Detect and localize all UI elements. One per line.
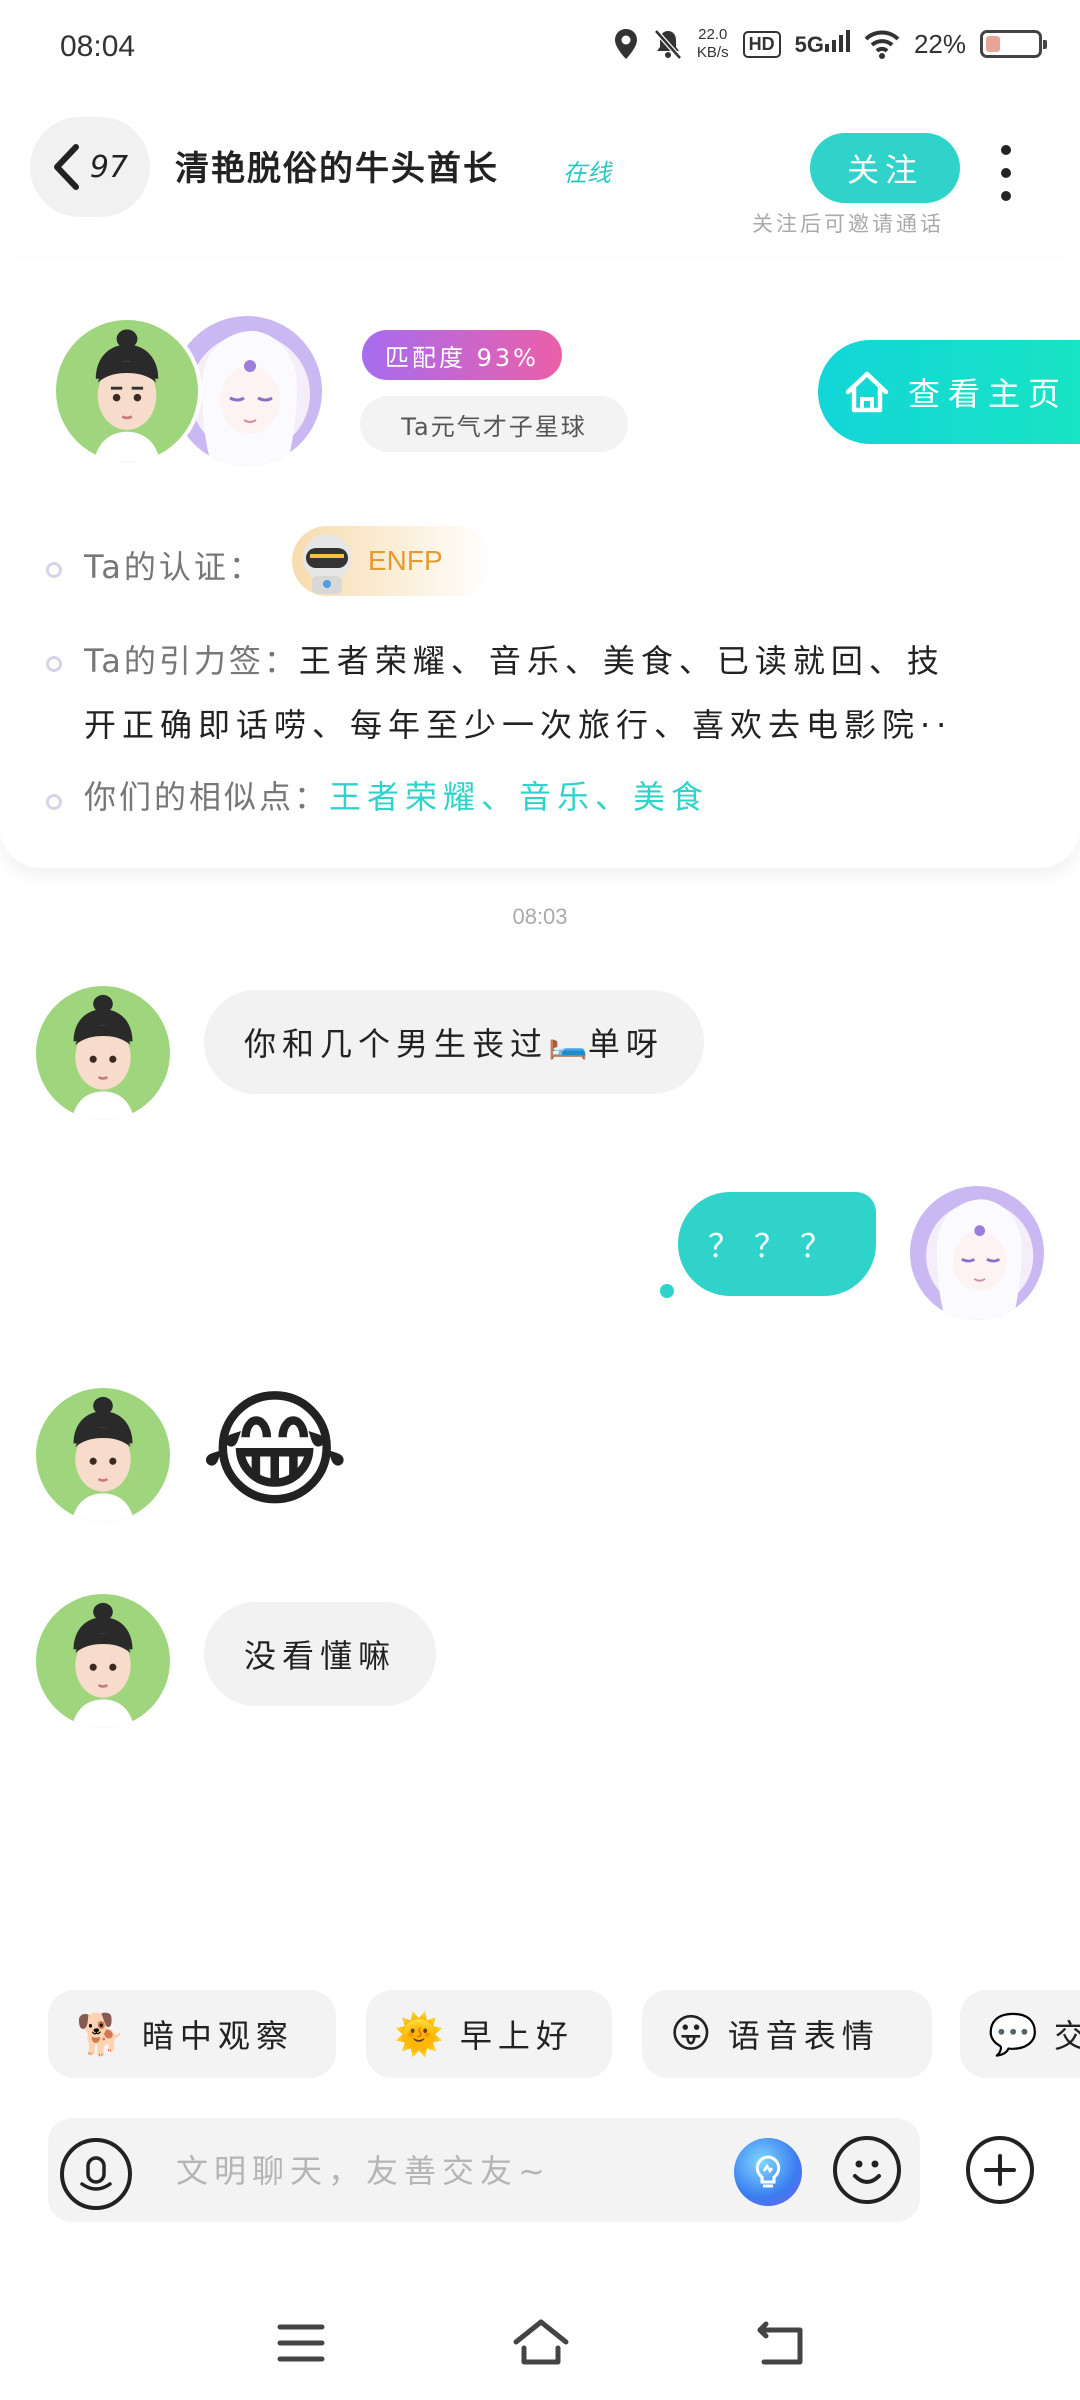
unread-count: 97 — [89, 149, 129, 185]
bullet — [46, 562, 62, 578]
quick-reply-more[interactable]: 💬 交 — [960, 1990, 1080, 2078]
message-avatar[interactable] — [36, 1388, 170, 1522]
back-nav-icon[interactable] — [756, 2320, 806, 2366]
ai-assistant-button[interactable] — [734, 2138, 802, 2206]
location-icon — [614, 29, 637, 59]
quick-reply-label: 语音表情 — [727, 2017, 880, 2055]
voice-emoji-icon: 😛 — [670, 2011, 712, 2057]
cert-label: Ta的认证： — [84, 548, 264, 586]
chevron-left-icon — [53, 144, 79, 190]
message-bubble[interactable]: 你和几个男生丧过 🛏️ 单呀 — [204, 990, 704, 1094]
message-text: 单呀 — [587, 1025, 664, 1063]
follow-button[interactable]: 关注 — [810, 133, 960, 203]
status-time: 08:04 — [60, 30, 136, 63]
follow-hint: 关注后可邀请通话 — [752, 212, 944, 236]
plus-icon[interactable] — [966, 2136, 1034, 2204]
chat-header: 97 清艳脱俗的牛头酋长 在线 关注 关注后可邀请通话 — [0, 105, 1080, 255]
view-homepage-button[interactable]: 查看主页 — [818, 340, 1080, 444]
bed-emoji: 🛏️ — [548, 1023, 588, 1061]
battery-percent: 22% — [913, 28, 966, 59]
quick-reply-label: 早上好 — [459, 2017, 574, 2055]
bullet — [46, 794, 62, 810]
quick-reply-label: 交 — [1053, 2017, 1080, 2055]
voice-icon — [80, 2156, 112, 2191]
similar-values: 王者荣耀、音乐、美食 — [329, 778, 710, 816]
signal-icon: 5G — [795, 30, 850, 58]
match-badge: 匹配度 93% — [362, 330, 562, 380]
tags-line-2: 开正确即话唠、每年至少一次旅行、喜欢去电影院·· — [84, 706, 953, 744]
my-avatar[interactable] — [910, 1186, 1044, 1320]
online-status: 在线 — [563, 159, 611, 187]
tears-of-joy-emoji[interactable]: 😂 — [200, 1376, 350, 1526]
more-menu-icon[interactable] — [1000, 145, 1012, 201]
message-avatar[interactable] — [36, 1594, 170, 1728]
bullet — [46, 656, 62, 672]
quick-reply-voice-emoji[interactable]: 😛 语音表情 — [642, 1990, 932, 2078]
similar-label: 你们的相似点： — [84, 778, 330, 816]
net-speed: 22.0 KB/s — [696, 26, 729, 61]
system-nav-bar — [0, 2290, 1080, 2400]
ai-bulb-icon — [755, 2155, 781, 2188]
battery-icon — [980, 30, 1047, 58]
quick-reply-good-morning[interactable]: 🌞 早上好 — [366, 1990, 612, 2078]
wifi-icon — [864, 30, 900, 59]
tags-label: Ta的引力签： — [84, 642, 299, 680]
planet-tag: Ta元气才子星球 — [360, 396, 628, 452]
astronaut-icon — [303, 534, 351, 594]
page-title: 清艳脱俗的牛头酋长 — [175, 149, 499, 189]
chat-switch-icon: 💬 — [988, 2011, 1038, 2058]
view-homepage-label: 查看主页 — [908, 375, 1069, 413]
voice-input-button[interactable] — [60, 2138, 132, 2210]
similar-row: 你们的相似点：王者荣耀、音乐、美食 — [84, 772, 709, 818]
quick-reply-label: 暗中观察 — [141, 2017, 294, 2055]
sent-status-dot — [660, 1284, 674, 1298]
message-bubble[interactable]: 没看懂嘛 — [204, 1602, 437, 1706]
quick-reply-observe[interactable]: 🐕 暗中观察 — [48, 1990, 336, 2078]
home-nav-icon[interactable] — [512, 2318, 570, 2366]
sun-icon: 🌞 — [394, 2011, 444, 2058]
dog-peek-icon: 🐕 — [76, 2011, 126, 2058]
home-icon — [845, 371, 889, 413]
mute-bell-icon — [654, 29, 682, 60]
message-text: 你和几个男生丧过 — [244, 1025, 549, 1063]
back-button[interactable]: 97 — [30, 117, 150, 217]
tags-text: 王者荣耀、音乐、美食、已读就回、技 — [298, 642, 945, 680]
mbti-badge[interactable]: ENFP — [292, 526, 492, 596]
my-message-bubble[interactable]: ？？？ — [678, 1192, 876, 1296]
hd-badge: HD — [742, 30, 781, 58]
message-input[interactable]: 文明聊天，友善交友~ — [176, 2146, 551, 2192]
mbti-text: ENFP — [368, 545, 443, 576]
avatar-other[interactable] — [52, 316, 202, 466]
profile-card: 匹配度 93% Ta元气才子星球 查看主页 Ta的认证： ENFP Ta的引力签… — [0, 258, 1080, 868]
message-avatar[interactable] — [36, 986, 170, 1120]
status-icons: 22.0 KB/s HD 5G 22% — [613, 26, 1047, 62]
status-bar: 08:04 22.0 KB/s HD 5G 22% — [0, 0, 1080, 100]
chat-timestamp: 08:03 — [512, 904, 568, 929]
tags-line-1: Ta的引力签：王者荣耀、音乐、美食、已读就回、技 — [84, 636, 1034, 682]
smiley-icon — [853, 2160, 881, 2184]
emoji-button[interactable] — [833, 2136, 901, 2204]
menu-icon[interactable] — [276, 2322, 326, 2364]
